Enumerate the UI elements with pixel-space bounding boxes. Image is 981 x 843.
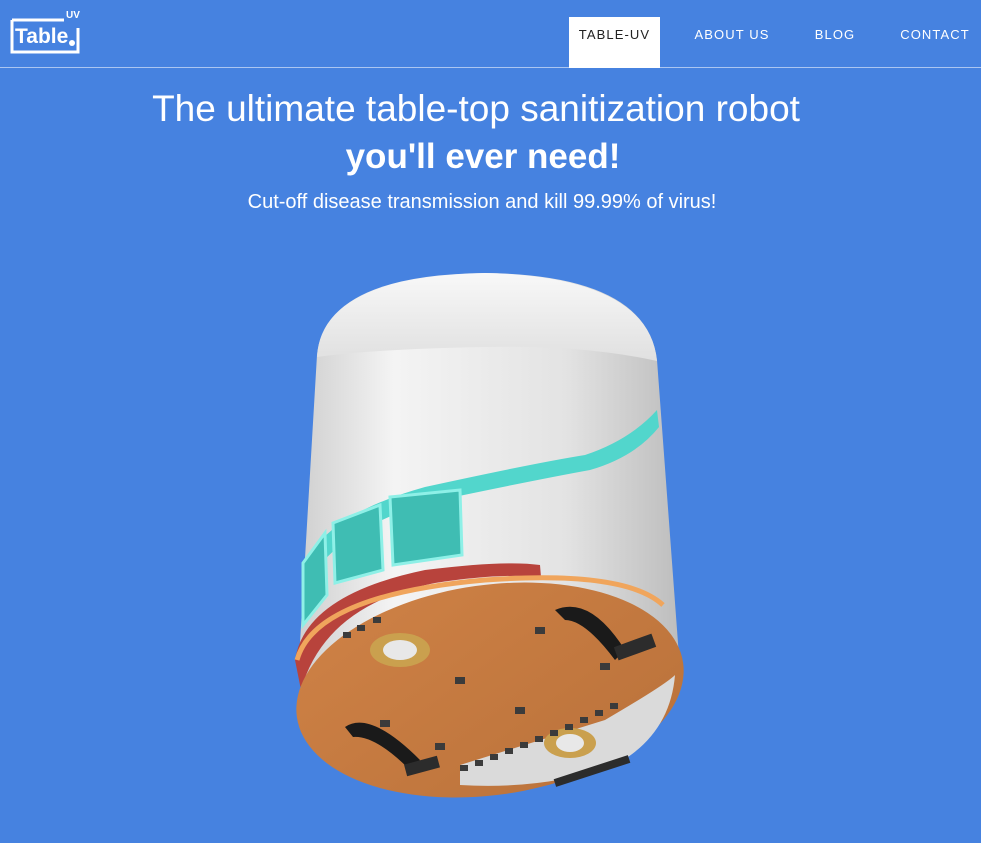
logo-text: Table [15, 25, 68, 48]
robot-product-image [285, 265, 695, 800]
logo-mark: Table UV [10, 10, 80, 54]
logo-dot [69, 40, 75, 46]
nav-item-table-uv[interactable]: TABLE-UV [569, 17, 660, 68]
hero-headline: The ultimate table-top sanitization robo… [152, 88, 800, 129]
table-uv-logo[interactable]: Table UV [8, 8, 82, 54]
hero-headline-emphasis: you'll ever need! [345, 137, 621, 176]
hero-subheadline: Cut-off disease transmission and kill 99… [247, 191, 717, 213]
nav-item-blog[interactable]: BLOG [804, 17, 866, 68]
main-nav: TABLE-UV ABOUT US BLOG CONTACT [569, 17, 981, 68]
nav-item-about-us[interactable]: ABOUT US [660, 17, 804, 68]
navbar: Table UV TABLE-UV ABOUT US BLOG CONTACT [0, 0, 981, 68]
logo-superscript: UV [66, 10, 80, 21]
nav-item-contact[interactable]: CONTACT [866, 17, 981, 68]
